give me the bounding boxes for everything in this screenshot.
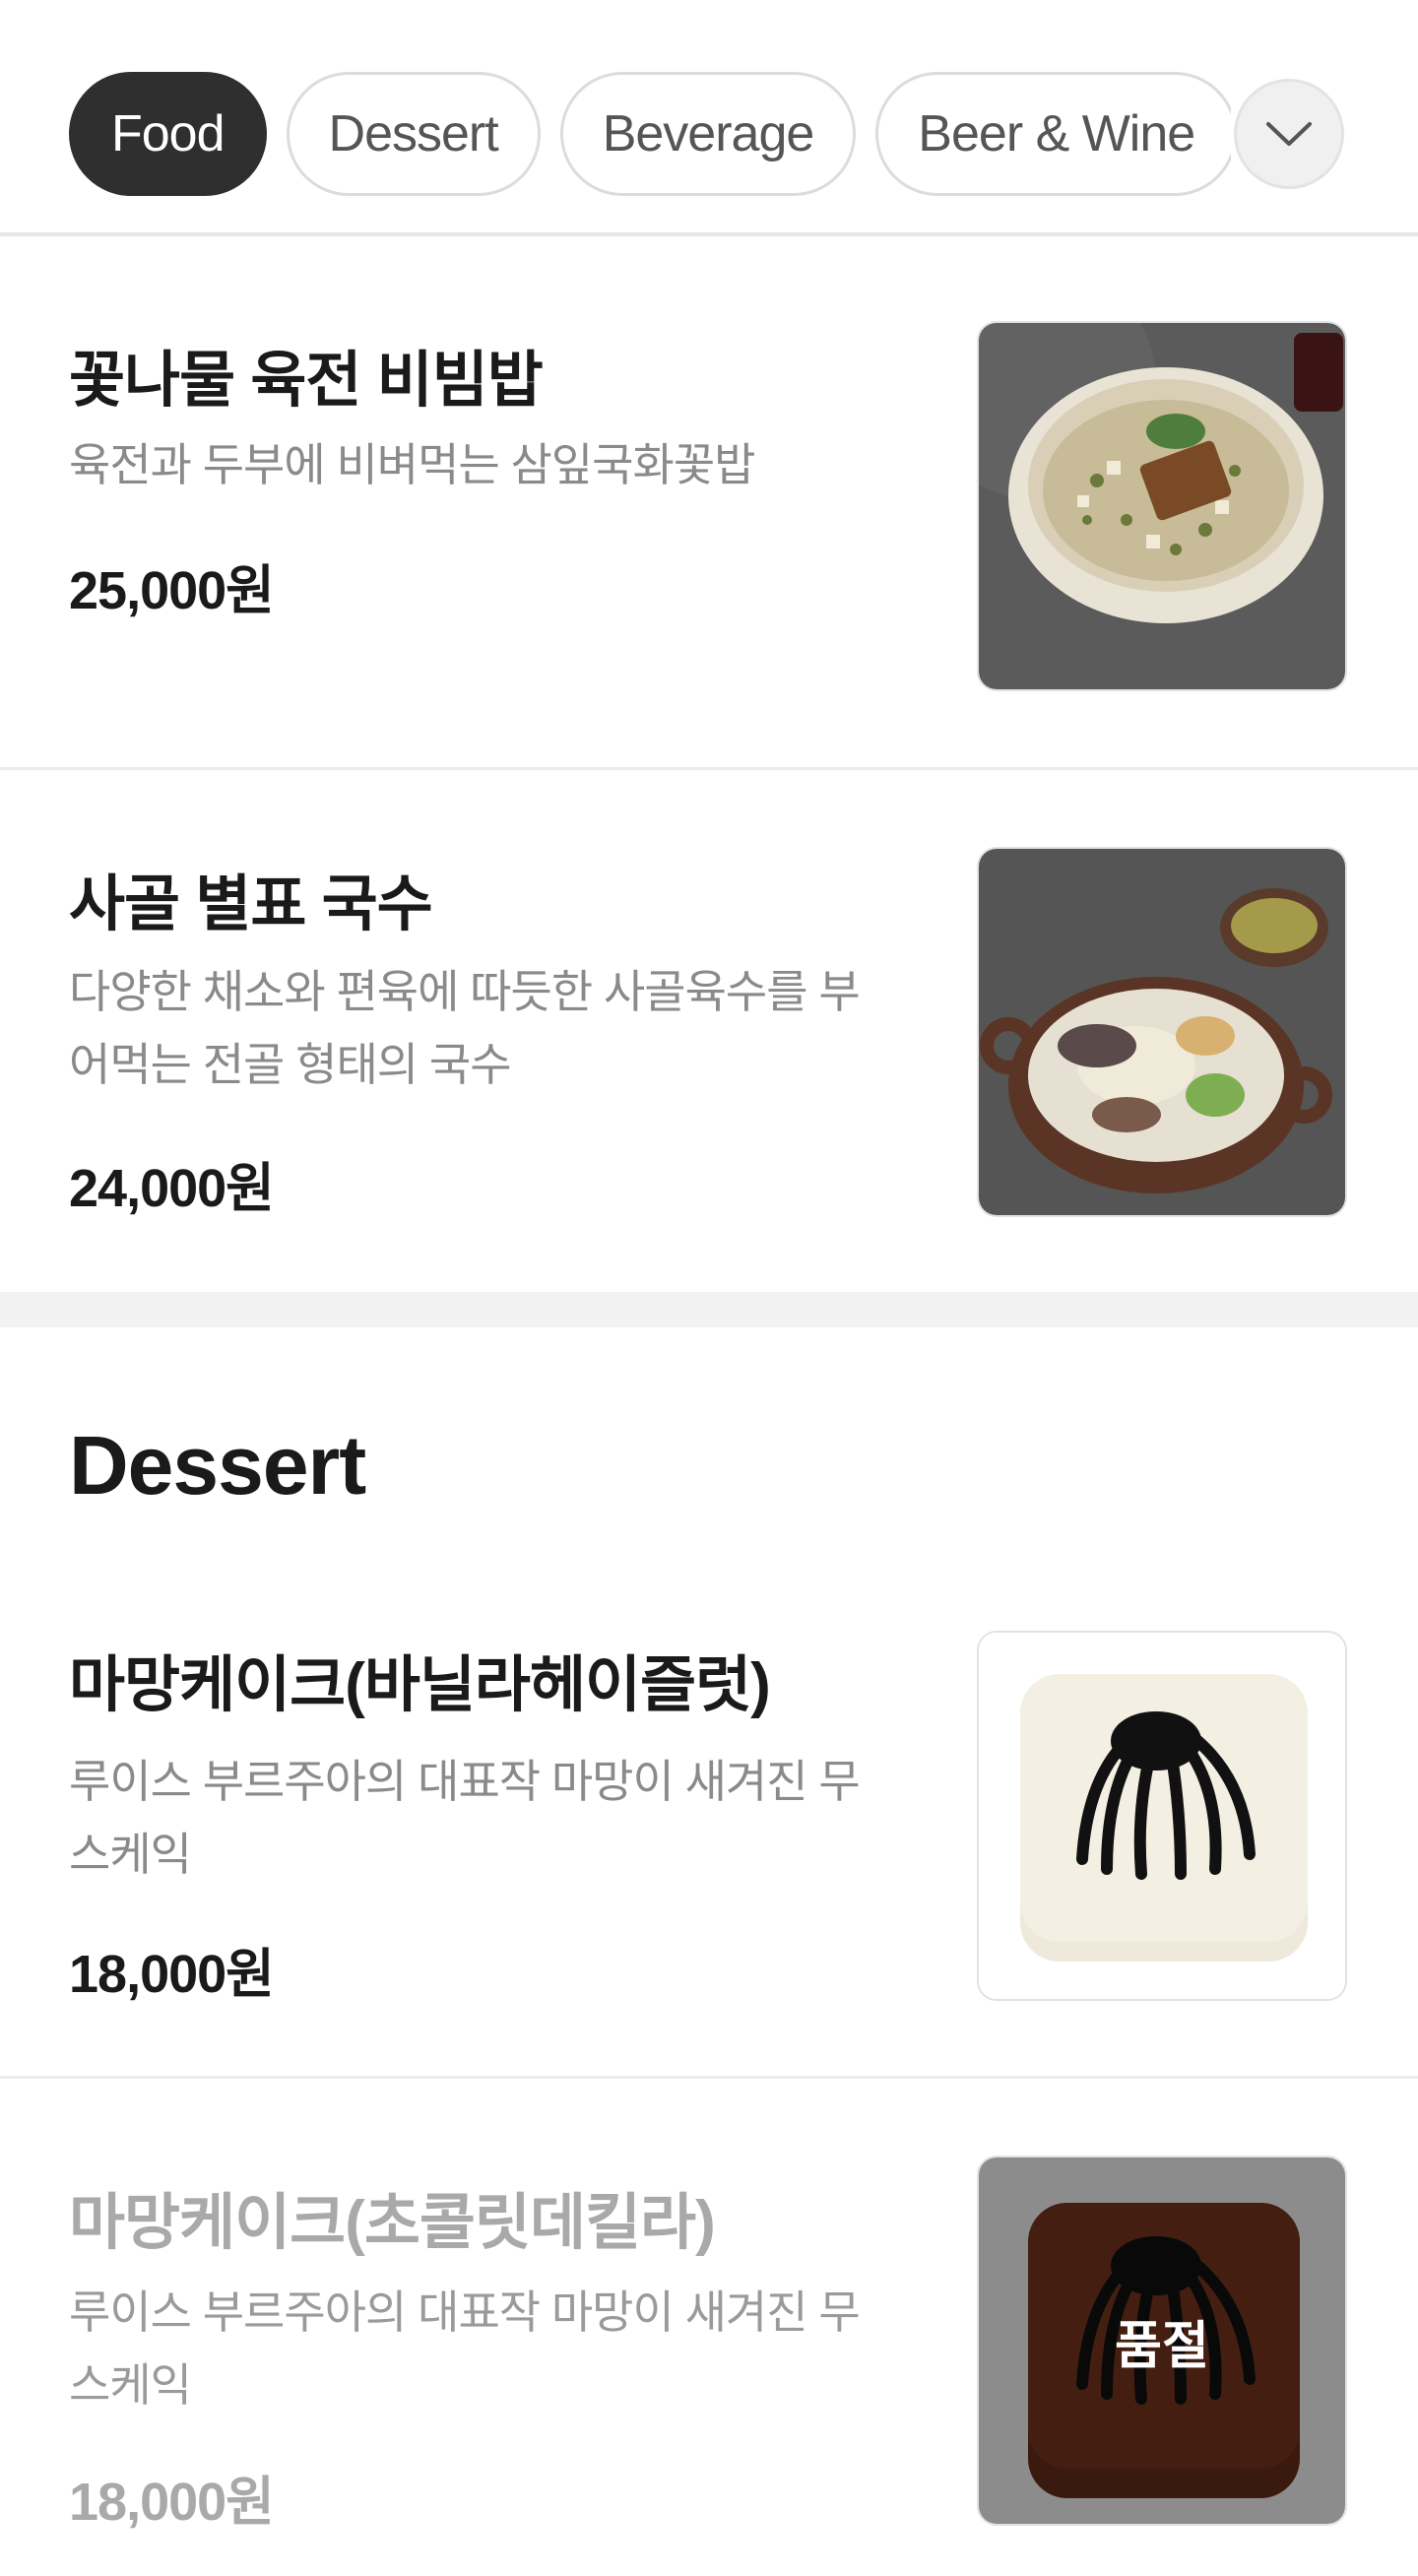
category-bar: Food Dessert Beverage Beer & Wine [0,0,1418,236]
tab-dessert[interactable]: Dessert [286,72,541,196]
tab-beer-wine[interactable]: Beer & Wine [875,72,1231,196]
item-description: 루이스 부르주아의 대표작 마망이 새겨진 무스케익 [69,2286,861,2411]
chevron-down-icon [1266,122,1312,146]
item-price: 25,000원 [69,561,275,620]
section-separator [0,1292,1418,1327]
item-description: 다양한 채소와 편육에 따듯한 사골육수를 부어먹는 전골 형태의 국수 [69,966,861,1090]
item-name: 마망케이크(바닐라헤이즐럿) [69,1651,771,1719]
item-price: 18,000원 [69,1945,275,2004]
category-tabs: Food Dessert Beverage Beer & Wine [69,72,1231,198]
menu-item[interactable]: 꽃나물 육전 비빔밥 육전과 두부에 비벼먹는 삼잎국화꽃밥 25,000원 [0,236,1418,768]
section-title: Dessert [69,1419,366,1512]
item-description: 육전과 두부에 비벼먹는 삼잎국화꽃밥 [69,439,755,490]
item-image [977,321,1347,691]
menu-item[interactable]: 사골 별표 국수 다양한 채소와 편육에 따듯한 사골육수를 부어먹는 전골 형… [0,770,1418,1292]
item-price: 24,000원 [69,1159,275,1218]
sold-out-label: 품절 [1115,2317,1209,2375]
tab-food[interactable]: Food [69,72,267,196]
sold-out-overlay: 품절 [979,2157,1345,2524]
more-categories-button[interactable] [1234,79,1344,189]
menu-item-sold-out[interactable]: 마망케이크(초콜릿데킬라) 루이스 부르주아의 대표작 마망이 새겨진 무스케익… [0,2079,1418,2576]
menu-item[interactable]: 마망케이크(바닐라헤이즐럿) 루이스 부르주아의 대표작 마망이 새겨진 무스케… [0,1536,1418,2076]
item-name: 꽃나물 육전 비빔밥 [69,347,544,415]
tab-beverage[interactable]: Beverage [559,72,857,196]
item-name: 사골 별표 국수 [69,870,433,938]
item-price: 18,000원 [69,2473,275,2532]
item-image [977,847,1347,1217]
item-image: 품절 [977,2156,1347,2526]
item-name: 마망케이크(초콜릿데킬라) [69,2189,716,2257]
item-description: 루이스 부르주아의 대표작 마망이 새겨진 무스케익 [69,1756,861,1880]
item-image [977,1631,1347,2001]
